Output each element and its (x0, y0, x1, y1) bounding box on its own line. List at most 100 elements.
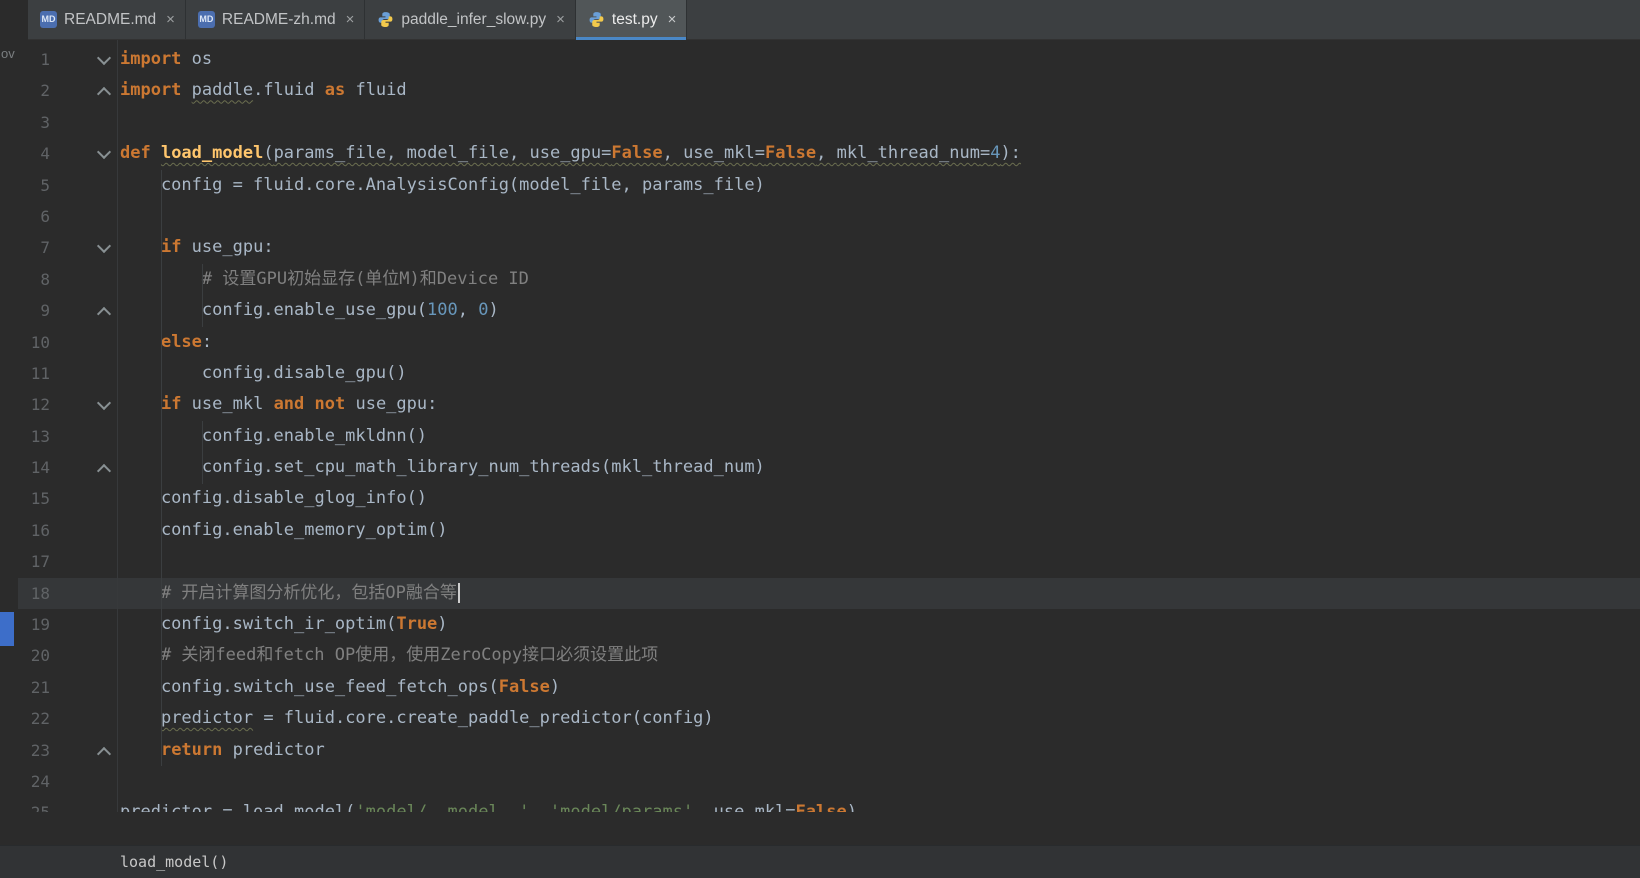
code-line-17[interactable]: 17 (18, 546, 1640, 577)
line-number[interactable]: 18 (18, 578, 50, 609)
code-line-3[interactable]: 3 (18, 107, 1640, 138)
line-number[interactable]: 20 (18, 640, 50, 671)
code-line-23[interactable]: 23 return predictor (18, 735, 1640, 766)
code-line-10[interactable]: 10 else: (18, 327, 1640, 358)
tab-README-zh.md[interactable]: MD README-zh.md × (185, 0, 366, 39)
tab-README.md[interactable]: MD README.md × (28, 0, 186, 39)
gutter[interactable]: 2 (18, 75, 117, 106)
fold-up-icon[interactable] (95, 295, 117, 326)
code-line-15[interactable]: 15 config.disable_glog_info() (18, 483, 1640, 514)
line-number[interactable]: 15 (18, 483, 50, 514)
editor[interactable]: 1 import os 2 import paddle.fluid as fluid 3… (18, 40, 1640, 812)
stripe-marker[interactable] (0, 612, 14, 646)
line-number[interactable]: 7 (18, 232, 50, 263)
line-number[interactable]: 25 (18, 797, 50, 812)
code-line-18[interactable]: 18 # 开启计算图分析优化，包括OP融合等 (18, 577, 1640, 610)
code-line-25[interactable]: 25 predictor = load_model('model/__model_… (18, 797, 1640, 812)
close-icon[interactable]: × (556, 12, 565, 27)
fold-down-icon[interactable] (95, 138, 117, 169)
line-number[interactable]: 17 (18, 546, 50, 577)
gutter[interactable]: 19 (18, 609, 117, 640)
code-line-24[interactable]: 24 (18, 766, 1640, 797)
code-line-13[interactable]: 13 config.enable_mkldnn() (18, 421, 1640, 452)
line-number[interactable]: 13 (18, 421, 50, 452)
line-number[interactable]: 12 (18, 389, 50, 420)
gutter[interactable]: 21 (18, 672, 117, 703)
fold-up-icon[interactable] (95, 735, 117, 766)
code-line-20[interactable]: 20 # 关闭feed和fetch OP使用，使用ZeroCopy接口必须设置此… (18, 640, 1640, 671)
gutter[interactable]: 14 (18, 452, 117, 483)
gutter[interactable]: 25 (18, 797, 117, 812)
tab-test.py[interactable]: test.py × (575, 0, 688, 40)
line-number[interactable]: 14 (18, 452, 50, 483)
line-number[interactable]: 4 (18, 138, 50, 169)
code-text: config.enable_mkldnn() (120, 425, 428, 446)
code-line-22[interactable]: 22 predictor = fluid.core.create_paddle_… (18, 703, 1640, 734)
gutter[interactable]: 17 (18, 546, 117, 577)
code-line-21[interactable]: 21 config.switch_use_feed_fetch_ops(Fals… (18, 672, 1640, 703)
line-number[interactable]: 21 (18, 672, 50, 703)
fold-down-icon[interactable] (95, 389, 117, 420)
gutter[interactable]: 1 (18, 44, 117, 75)
gutter[interactable]: 11 (18, 358, 117, 389)
code-line-12[interactable]: 12 if use_mkl and not use_gpu: (18, 389, 1640, 420)
gutter[interactable]: 18 (18, 578, 117, 609)
fold-down-icon[interactable] (95, 44, 117, 75)
code-line-19[interactable]: 19 config.switch_ir_optim(True) (18, 609, 1640, 640)
fold-up-icon[interactable] (95, 75, 117, 106)
close-icon[interactable]: × (346, 12, 355, 27)
line-number[interactable]: 11 (18, 358, 50, 389)
code-line-14[interactable]: 14 config.set_cpu_math_library_num_threa… (18, 452, 1640, 483)
fold-up-icon[interactable] (95, 452, 117, 483)
gutter[interactable]: 7 (18, 232, 117, 263)
gutter[interactable]: 10 (18, 327, 117, 358)
code-text: import paddle.fluid as fluid (120, 80, 407, 101)
gutter[interactable]: 23 (18, 735, 117, 766)
line-number[interactable]: 8 (18, 264, 50, 295)
line-number[interactable]: 3 (18, 107, 50, 138)
code-line-7[interactable]: 7 if use_gpu: (18, 232, 1640, 263)
line-number[interactable]: 23 (18, 735, 50, 766)
code-area[interactable]: 1 import os 2 import paddle.fluid as fluid 3… (18, 44, 1640, 812)
code-line-8[interactable]: 8 # 设置GPU初始显存(单位M)和Device ID (18, 264, 1640, 295)
gutter[interactable]: 9 (18, 295, 117, 326)
close-icon[interactable]: × (166, 12, 175, 27)
line-number[interactable]: 24 (18, 766, 50, 797)
line-number[interactable]: 2 (18, 75, 50, 106)
gutter[interactable]: 4 (18, 138, 117, 169)
code-line-11[interactable]: 11 config.disable_gpu() (18, 358, 1640, 389)
python-file-icon (588, 11, 605, 28)
line-number[interactable]: 9 (18, 295, 50, 326)
line-number[interactable]: 6 (18, 201, 50, 232)
code-line-6[interactable]: 6 (18, 201, 1640, 232)
gutter[interactable]: 22 (18, 703, 117, 734)
gutter[interactable]: 15 (18, 483, 117, 514)
gutter[interactable]: 5 (18, 170, 117, 201)
gutter[interactable]: 24 (18, 766, 117, 797)
tab-paddle_infer_slow.py[interactable]: paddle_infer_slow.py × (365, 0, 576, 39)
breadcrumb[interactable]: load_model() (120, 853, 228, 871)
code-line-5[interactable]: 5 config = fluid.core.AnalysisConfig(mod… (18, 170, 1640, 201)
code-line-16[interactable]: 16 config.enable_memory_optim() (18, 515, 1640, 546)
fold-down-icon[interactable] (95, 232, 117, 263)
gutter[interactable]: 13 (18, 421, 117, 452)
markdown-file-icon: MD (40, 11, 57, 28)
gutter[interactable]: 20 (18, 640, 117, 671)
line-number[interactable]: 22 (18, 703, 50, 734)
gutter[interactable]: 12 (18, 389, 117, 420)
code-line-2[interactable]: 2 import paddle.fluid as fluid (18, 75, 1640, 106)
code-line-9[interactable]: 9 config.enable_use_gpu(100, 0) (18, 295, 1640, 326)
gutter[interactable]: 8 (18, 264, 117, 295)
line-number[interactable]: 19 (18, 609, 50, 640)
gutter[interactable]: 16 (18, 515, 117, 546)
close-icon[interactable]: × (668, 12, 677, 27)
code-line-4[interactable]: 4 def load_model(params_file, model_file,… (18, 138, 1640, 169)
line-number[interactable]: 10 (18, 327, 50, 358)
code-line-1[interactable]: 1 import os (18, 44, 1640, 75)
line-number[interactable]: 16 (18, 515, 50, 546)
gutter[interactable]: 6 (18, 201, 117, 232)
line-number[interactable]: 5 (18, 170, 50, 201)
gutter[interactable]: 3 (18, 107, 117, 138)
line-number[interactable]: 1 (18, 44, 50, 75)
